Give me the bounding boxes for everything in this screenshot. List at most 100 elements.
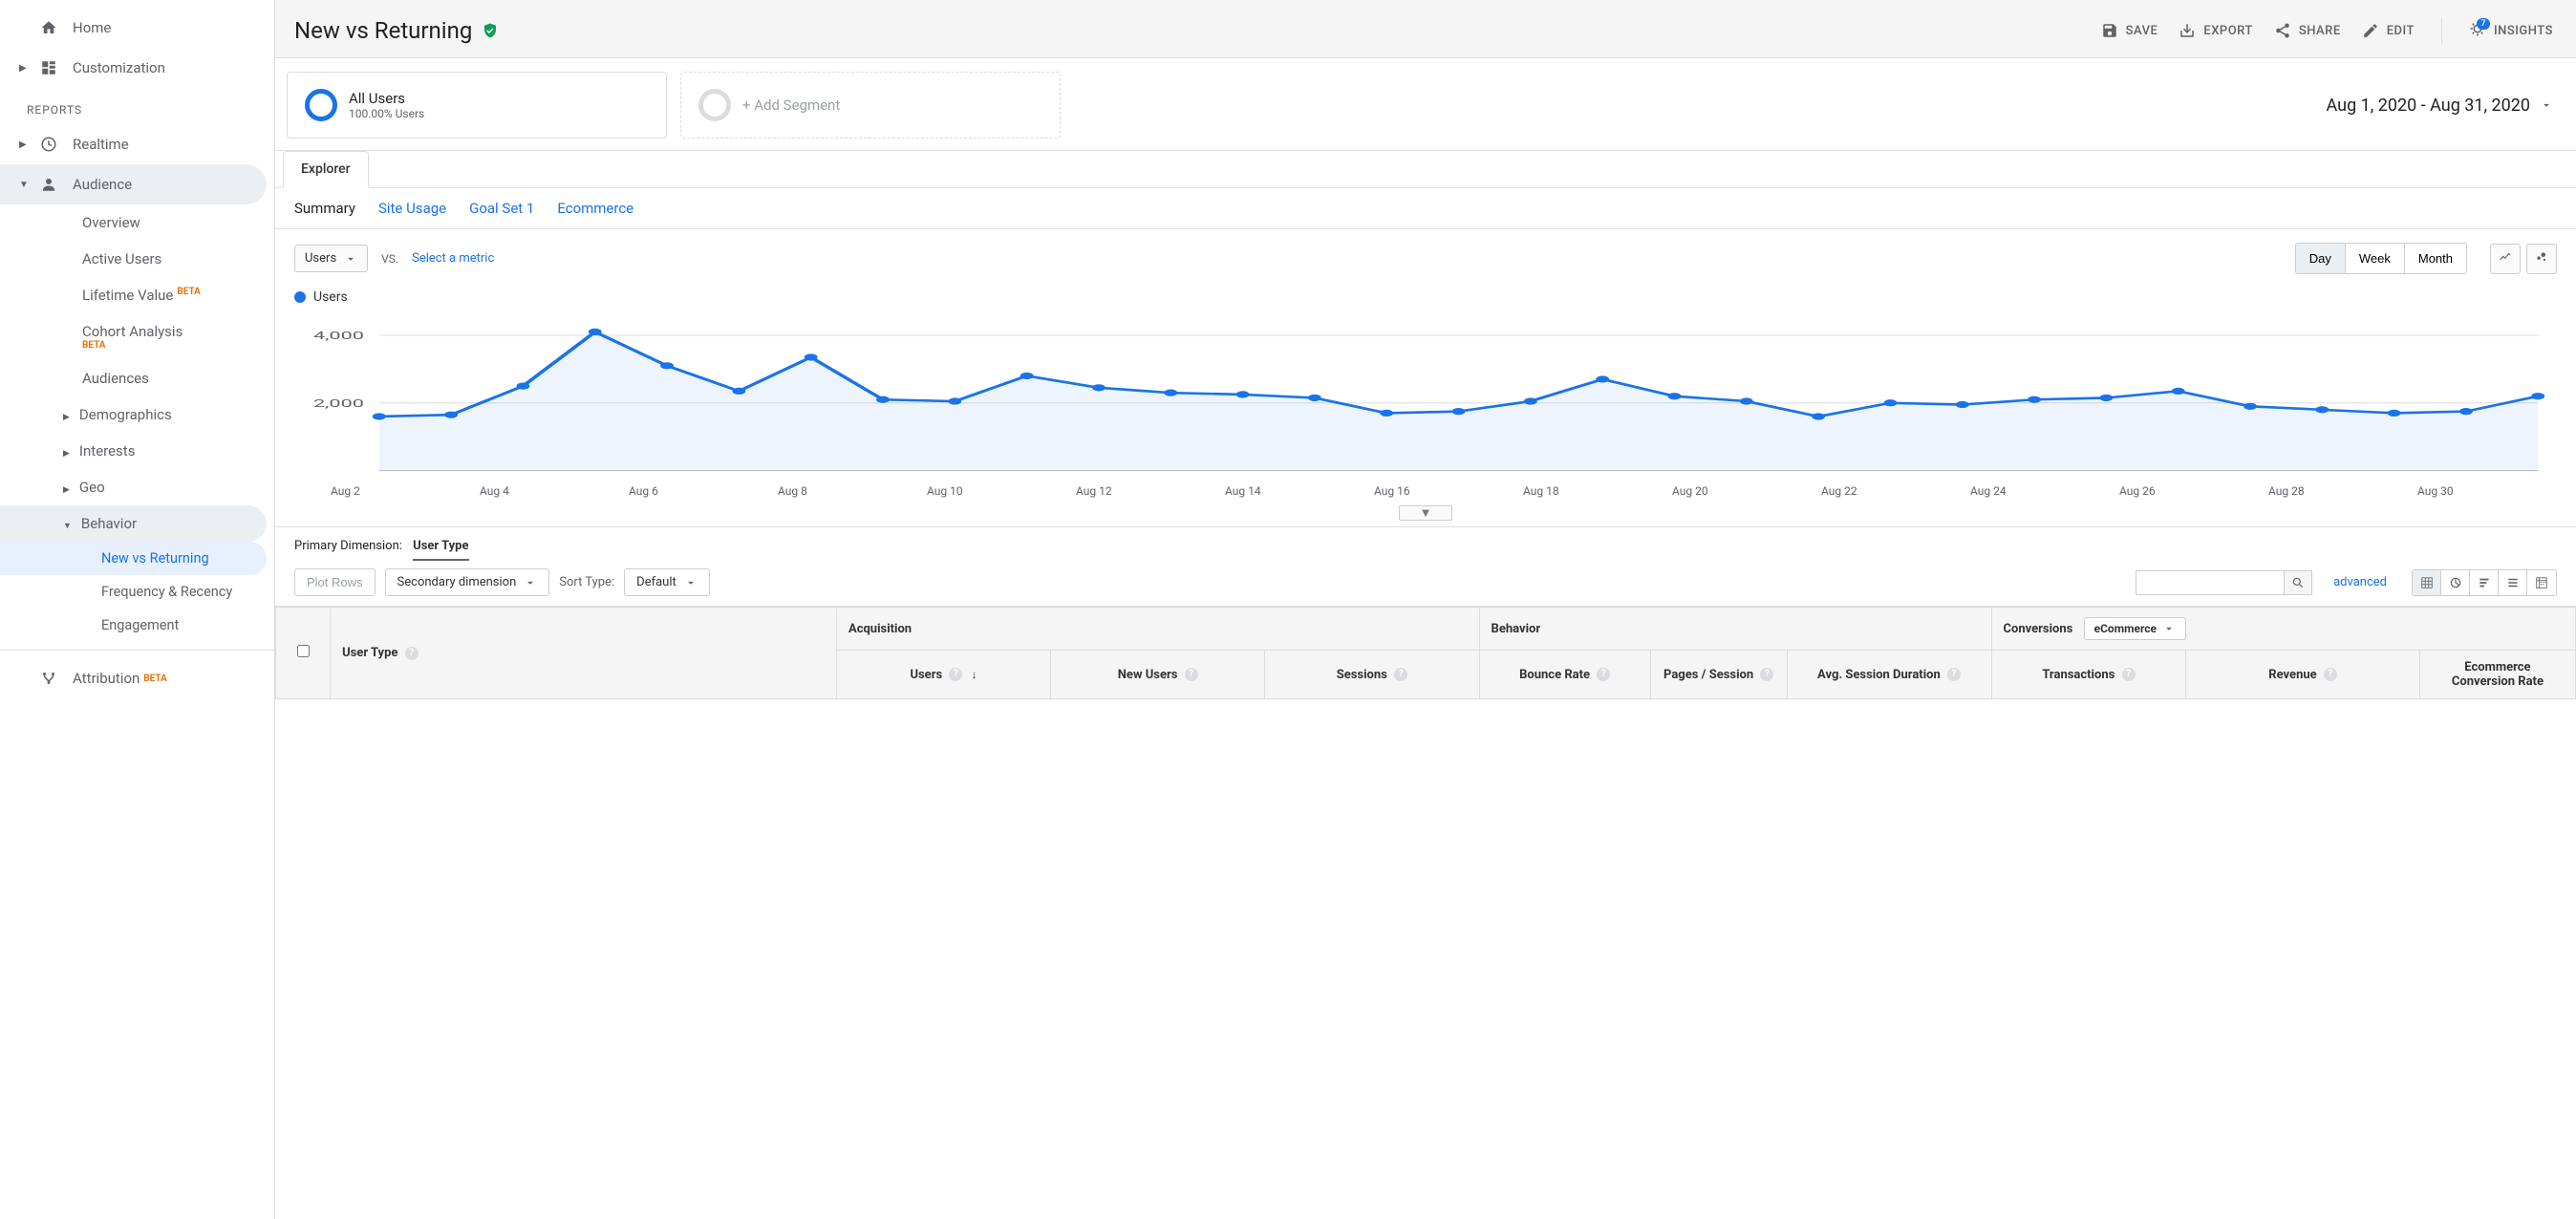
- nav-home[interactable]: Home: [0, 8, 274, 48]
- col-revenue[interactable]: Revenue ?: [2186, 651, 2420, 699]
- page-title-text: New vs Returning: [294, 17, 472, 44]
- help-icon[interactable]: ?: [2122, 668, 2136, 681]
- nav-new-vs-returning[interactable]: New vs Returning: [0, 542, 267, 575]
- help-icon[interactable]: ?: [405, 647, 419, 660]
- col-user-type: User Type ?: [331, 608, 837, 699]
- beta-badge: BETA: [82, 340, 255, 351]
- chart-type-line-button[interactable]: [2490, 244, 2521, 274]
- add-segment-label: + Add Segment: [742, 96, 840, 114]
- search-input[interactable]: [2136, 570, 2284, 595]
- view-pie-button[interactable]: [2441, 570, 2470, 595]
- line-chart-icon: [2499, 250, 2512, 264]
- table-search: [2136, 570, 2312, 595]
- chart-controls: Users VS. Select a metric Day Week Month: [275, 229, 2576, 284]
- col-pages-session[interactable]: Pages / Session ?: [1650, 651, 1787, 699]
- tab-explorer[interactable]: Explorer: [283, 151, 369, 188]
- insights-button[interactable]: 7 INSIGHTS: [2469, 20, 2553, 41]
- data-table: User Type ? Acquisition Behavior Convers…: [275, 607, 2576, 699]
- help-icon[interactable]: ?: [949, 668, 962, 681]
- date-range-picker[interactable]: Aug 1, 2020 - Aug 31, 2020: [2327, 96, 2553, 116]
- segment-sub: 100.00% Users: [349, 107, 424, 120]
- chevron-down-icon: [344, 252, 357, 266]
- subtab-site-usage[interactable]: Site Usage: [378, 200, 446, 217]
- col-sessions[interactable]: Sessions ?: [1265, 651, 1479, 699]
- edit-button[interactable]: EDIT: [2362, 22, 2415, 39]
- segments-row: All Users 100.00% Users + Add Segment Au…: [275, 58, 2576, 150]
- conversions-select[interactable]: eCommerce: [2084, 617, 2186, 640]
- insights-icon: 7: [2469, 20, 2486, 41]
- nav-cohort-label: Cohort Analysis: [82, 323, 182, 340]
- nav-cohort-analysis[interactable]: Cohort Analysis BETA: [0, 313, 274, 360]
- col-transactions[interactable]: Transactions ?: [1991, 651, 2186, 699]
- segment-name: All Users: [349, 90, 424, 107]
- nav-audiences[interactable]: Audiences: [0, 360, 274, 396]
- col-avg-session-duration[interactable]: Avg. Session Duration ?: [1787, 651, 1991, 699]
- secondary-dimension-select[interactable]: Secondary dimension: [385, 568, 550, 596]
- primary-metric-select[interactable]: Users: [294, 245, 368, 272]
- table-icon: [2420, 576, 2434, 589]
- expand-chart-button[interactable]: ▼: [1399, 505, 1452, 521]
- nav-audience-label: Audience: [73, 176, 132, 193]
- nav-audience[interactable]: ▼ Audience: [0, 164, 267, 204]
- nav-lifetime-value[interactable]: Lifetime ValueBETA: [0, 277, 274, 313]
- help-icon[interactable]: ?: [1947, 668, 1961, 681]
- col-new-users[interactable]: New Users ?: [1051, 651, 1265, 699]
- subtab-ecommerce[interactable]: Ecommerce: [557, 200, 633, 217]
- nav-demographics[interactable]: Demographics: [0, 396, 274, 433]
- time-day[interactable]: Day: [2296, 244, 2346, 273]
- select-all-checkbox[interactable]: [297, 645, 310, 657]
- time-week[interactable]: Week: [2346, 244, 2405, 273]
- help-icon[interactable]: ?: [2324, 668, 2337, 681]
- help-icon[interactable]: ?: [1597, 668, 1610, 681]
- select-metric-link[interactable]: Select a metric: [412, 251, 494, 266]
- col-ecom-conv-rate[interactable]: Ecommerce Conversion Rate: [2419, 651, 2575, 699]
- view-data-table-button[interactable]: [2413, 570, 2441, 595]
- col-bounce-rate[interactable]: Bounce Rate ?: [1479, 651, 1650, 699]
- chevron-down-icon: [2540, 98, 2553, 112]
- add-segment-button[interactable]: + Add Segment: [680, 72, 1061, 139]
- secondary-dimension-label: Secondary dimension: [397, 575, 517, 589]
- nav-attribution[interactable]: AttributionBETA: [0, 658, 274, 698]
- subtab-summary[interactable]: Summary: [294, 200, 355, 217]
- col-users[interactable]: Users ? ↓: [836, 651, 1050, 699]
- view-comparison-button[interactable]: [2499, 570, 2527, 595]
- time-granularity-toggle: Day Week Month: [2295, 243, 2467, 274]
- nav-geo[interactable]: Geo: [0, 469, 274, 505]
- search-button[interactable]: [2284, 570, 2312, 595]
- chevron-down-icon: [524, 576, 537, 589]
- help-icon[interactable]: ?: [1394, 668, 1407, 681]
- view-pivot-button[interactable]: [2527, 570, 2556, 595]
- save-button[interactable]: SAVE: [2101, 22, 2158, 39]
- time-month[interactable]: Month: [2405, 244, 2466, 273]
- table-controls: Plot Rows Secondary dimension Sort Type:…: [275, 563, 2576, 607]
- sort-type-label: Sort Type:: [559, 575, 614, 589]
- nav-overview[interactable]: Overview: [0, 204, 274, 241]
- help-icon[interactable]: ?: [1760, 668, 1773, 681]
- export-button[interactable]: EXPORT: [2179, 22, 2252, 39]
- nav-behavior[interactable]: Behavior: [0, 505, 267, 542]
- nav-interests[interactable]: Interests: [0, 433, 274, 469]
- beta-badge: BETA: [177, 287, 201, 297]
- view-performance-button[interactable]: [2470, 570, 2499, 595]
- segment-all-users[interactable]: All Users 100.00% Users: [287, 72, 667, 139]
- nav-frequency-recency[interactable]: Frequency & Recency: [0, 575, 274, 609]
- primary-metric-label: Users: [305, 251, 336, 266]
- share-button[interactable]: SHARE: [2274, 22, 2341, 39]
- vs-label: VS.: [381, 252, 398, 266]
- nav-active-users[interactable]: Active Users: [0, 241, 274, 277]
- person-icon: [36, 176, 61, 193]
- sort-type-value: Default: [636, 575, 676, 589]
- nav-customization[interactable]: ▶ Customization: [0, 48, 274, 88]
- nav-engagement[interactable]: Engagement: [0, 609, 274, 642]
- select-all-cell: [276, 608, 331, 699]
- plot-rows-button[interactable]: Plot Rows: [294, 568, 376, 596]
- subtab-goal-set-1[interactable]: Goal Set 1: [469, 200, 534, 217]
- primary-dimension-value[interactable]: User Type: [413, 539, 468, 561]
- sort-type-select[interactable]: Default: [624, 568, 710, 596]
- nav-home-label: Home: [73, 19, 111, 36]
- help-icon[interactable]: ?: [1185, 668, 1198, 681]
- chevron-down-icon: [2162, 622, 2176, 635]
- advanced-link[interactable]: advanced: [2333, 575, 2387, 589]
- nav-realtime[interactable]: ▶ Realtime: [0, 124, 274, 164]
- chart-type-motion-button[interactable]: [2526, 244, 2557, 274]
